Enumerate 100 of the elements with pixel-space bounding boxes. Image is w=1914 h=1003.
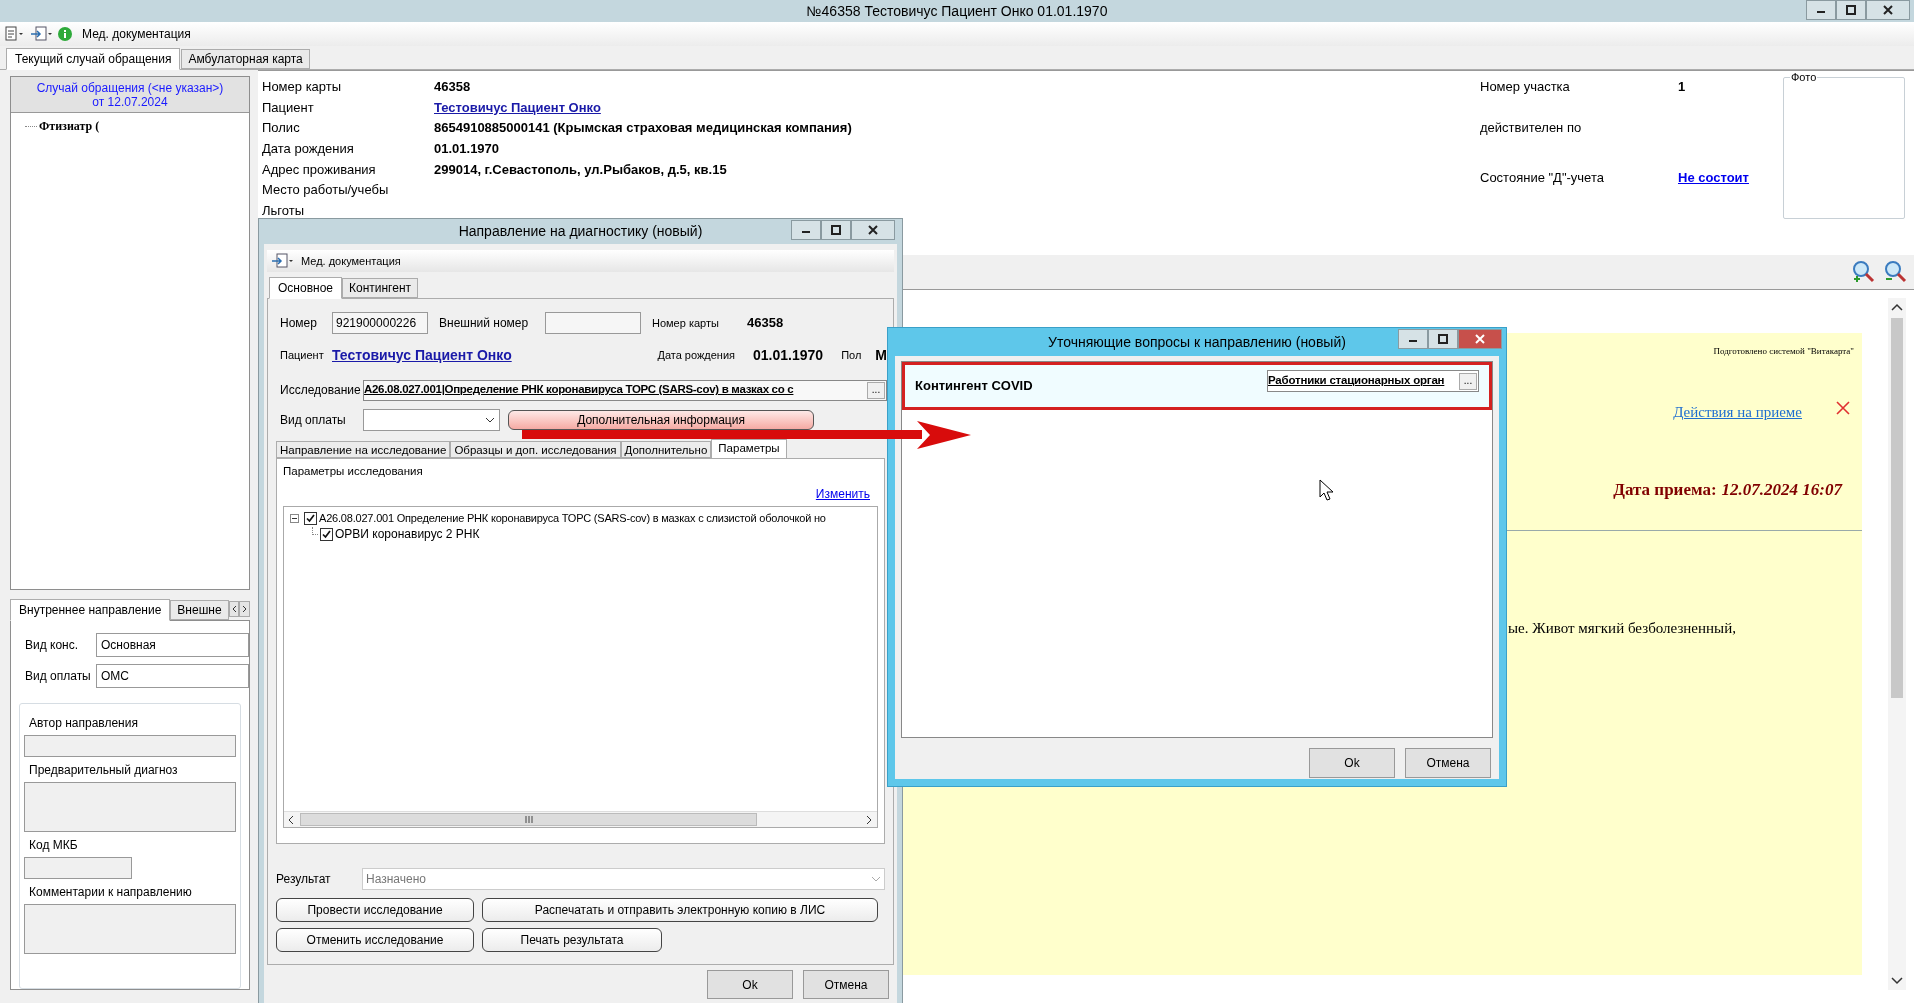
close-button[interactable] — [851, 220, 895, 240]
sex-value: М — [875, 345, 887, 365]
status-link[interactable]: Не состоит — [1678, 168, 1749, 188]
info-value: 01.01.1970 — [434, 140, 501, 159]
info-value: 299014, г.Севастополь, ул.Рыбаков, д.5, кв.15 — [434, 160, 728, 179]
info-label: Полис — [262, 119, 301, 138]
input-field[interactable] — [24, 735, 236, 757]
caret-icon — [485, 417, 495, 423]
minimize-button[interactable] — [1806, 0, 1836, 20]
field-label: Исследование — [280, 382, 362, 399]
scrollbar[interactable] — [284, 811, 877, 828]
info-label: Состояние "Д"-учета — [1480, 169, 1605, 187]
browse-button[interactable]: ... — [867, 381, 885, 399]
info-label: действителен по — [1480, 119, 1583, 137]
checkbox[interactable] — [304, 511, 317, 525]
browse-button[interactable]: ... — [1459, 372, 1477, 390]
patient-link[interactable]: Тестовичус Пациент Онко — [434, 97, 1480, 119]
minimize-button[interactable] — [1398, 329, 1428, 349]
close-button[interactable] — [1458, 329, 1502, 349]
medical-docs-menu[interactable]: Мед. документация — [78, 25, 195, 43]
actions-link[interactable]: Действия на приеме — [1673, 401, 1802, 424]
scrollbar[interactable] — [1888, 298, 1906, 990]
birth-date: 01.01.1970 — [753, 345, 824, 365]
tab[interactable]: Текущий случай обращения — [6, 48, 181, 70]
tree-item[interactable]: ОРВИ коронавирус 2 РНК — [335, 525, 480, 544]
field-label: Вид конс. — [24, 637, 80, 654]
tab[interactable]: Дополнительно — [620, 441, 712, 458]
tree-item[interactable]: Фтизиатр ( — [39, 117, 100, 135]
chevron-down-icon[interactable] — [1891, 976, 1903, 986]
checkbox[interactable] — [320, 527, 333, 541]
card-number: 46358 — [747, 314, 784, 333]
tab[interactable]: Внешне — [170, 600, 229, 620]
action-button[interactable]: Распечатать и отправить электронную копию в ЛИС — [482, 898, 878, 922]
info-label: Номер карты — [262, 78, 343, 96]
question-label: Контингент COVID — [915, 377, 1033, 396]
dropdown[interactable]: Назначено — [362, 868, 885, 890]
maximize-icon — [831, 225, 841, 235]
photo-label: Фото — [1790, 71, 1818, 83]
import-icon[interactable] — [271, 253, 293, 269]
tab[interactable]: Амбулаторная карта — [181, 49, 310, 69]
input-field[interactable]: 921900000226 — [332, 312, 428, 334]
dialog-title: Направление на диагностику (новый) — [458, 222, 703, 241]
tab[interactable]: Параметры — [711, 439, 787, 459]
tab[interactable]: Направление на исследование — [276, 441, 451, 458]
field-label: Номер — [280, 315, 318, 332]
info-icon[interactable] — [58, 27, 72, 41]
field-label: Номер карты — [652, 315, 720, 331]
field-label: Предварительный диагноз — [28, 762, 179, 779]
tab[interactable]: Внутреннее направление — [10, 599, 171, 621]
tree-item[interactable]: A26.08.027.001 Определение РНК коронавируса ТОРС (SARS-cov) в мазках с слизистой оболочкой но — [319, 510, 826, 527]
maximize-button[interactable] — [1428, 329, 1458, 349]
field-label: Дата рождения — [657, 347, 736, 363]
action-button[interactable]: Провести исследование — [276, 898, 474, 922]
case-date: от 12.07.2024 — [92, 94, 168, 109]
scroll-right-button[interactable] — [239, 601, 250, 617]
maximize-icon — [1846, 5, 1856, 15]
input-field[interactable]: ОМС — [96, 664, 249, 688]
input-field[interactable]: Основная — [96, 633, 249, 657]
chevron-up-icon[interactable] — [1891, 302, 1903, 312]
system-note: Подготовлено системой "Витакарта" — [1713, 345, 1854, 358]
tab[interactable]: Контингент — [342, 278, 418, 298]
chevron-left-icon — [230, 605, 237, 613]
minimize-button[interactable] — [791, 220, 821, 240]
info-label: Адрес проживания — [262, 160, 377, 179]
input-field[interactable]: Работники стационарных орган ... — [1267, 370, 1479, 392]
document-icon[interactable] — [4, 26, 24, 42]
patient-link[interactable]: Тестовичус Пациент Онко — [332, 344, 512, 366]
additional-info-button[interactable]: Дополнительная информация — [508, 410, 814, 430]
collapse-toggle[interactable] — [290, 513, 299, 523]
info-value: 8654910885000141 (Крымская страховая медицинская компания) — [434, 119, 853, 138]
cancel-button[interactable]: Отмена — [803, 970, 889, 999]
tab[interactable]: Основное — [269, 277, 342, 299]
ok-button[interactable]: Ok — [707, 970, 793, 999]
field-label: Код МКБ — [28, 837, 79, 854]
info-label: Льготы — [262, 202, 305, 221]
close-button[interactable] — [1866, 0, 1910, 20]
maximize-button[interactable] — [821, 220, 851, 240]
cancel-button[interactable]: Отмена — [1405, 748, 1491, 778]
tab[interactable]: Образцы и доп. исследования — [450, 441, 621, 458]
input-field[interactable]: A26.08.027.001|Определение РНК коронавируса ТОРС (SARS-cov) в мазках со с ... — [363, 379, 887, 401]
zoom-out-icon[interactable] — [1884, 260, 1908, 284]
field-label: Пол — [841, 347, 862, 363]
field-label: Результат — [276, 871, 332, 888]
change-link[interactable]: Изменить — [815, 485, 870, 504]
ok-button[interactable]: Ok — [1309, 748, 1395, 778]
input-field[interactable] — [24, 857, 132, 879]
zoom-in-icon[interactable] — [1852, 260, 1876, 284]
input-field[interactable] — [545, 312, 641, 334]
import-icon[interactable] — [30, 26, 52, 42]
field-label: Пациент — [280, 347, 325, 363]
close-icon[interactable] — [1836, 401, 1850, 415]
cursor-icon — [1319, 479, 1335, 501]
action-button[interactable]: Печать результата — [482, 928, 662, 952]
dropdown[interactable] — [363, 409, 500, 431]
maximize-button[interactable] — [1836, 0, 1866, 20]
action-button[interactable]: Отменить исследование — [276, 928, 474, 952]
medical-docs-menu[interactable]: Мед. документация — [301, 252, 401, 270]
scroll-left-button[interactable] — [228, 601, 240, 617]
caret-icon — [871, 876, 881, 882]
case-title[interactable]: Случай обращения (<не указан>) — [36, 80, 224, 95]
